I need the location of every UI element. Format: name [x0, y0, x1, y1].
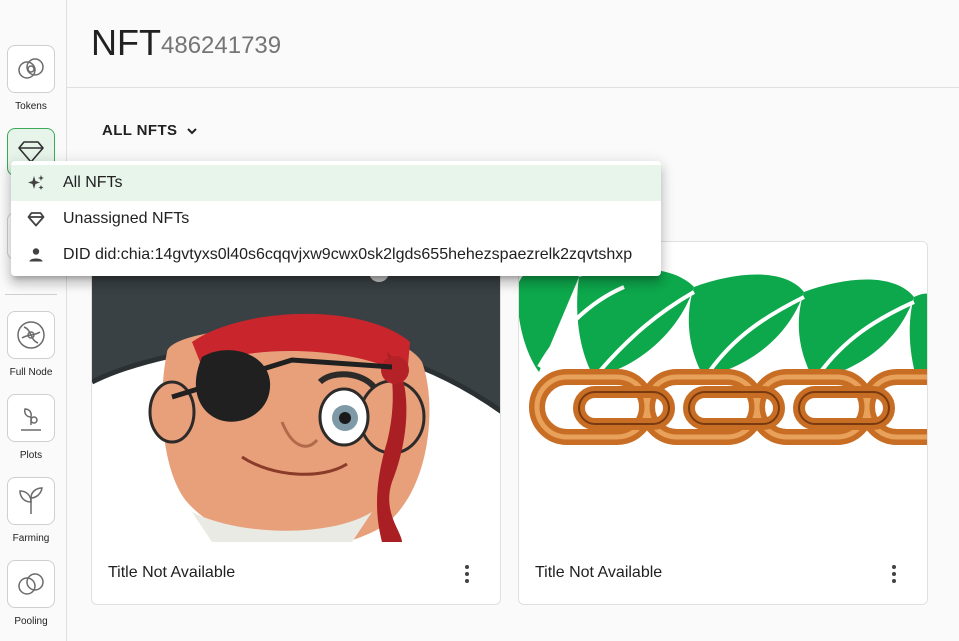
page-title: NFT — [91, 22, 161, 63]
chain-illustration — [519, 242, 927, 542]
sidebar-item-tokens[interactable]: Tokens — [7, 45, 55, 112]
sidebar-item-label: Plots — [19, 450, 43, 461]
tokens-icon — [18, 58, 44, 79]
tokens-button[interactable] — [7, 45, 55, 93]
sidebar-item-plots[interactable]: Plots — [7, 394, 55, 461]
menu-item-unassigned-nfts[interactable]: Unassigned NFTs — [11, 201, 661, 237]
pooling-button[interactable] — [7, 560, 55, 608]
page-header: NFT 486241739 — [67, 0, 959, 88]
nft-card[interactable]: Title Not Available — [518, 241, 928, 605]
nft-filter-menu: All NFTs Unassigned NFTs DID did:chia:14… — [11, 161, 661, 276]
nft-card-title: Title Not Available — [108, 564, 236, 581]
full-node-icon — [17, 321, 45, 349]
farming-sprout-icon — [19, 487, 43, 514]
nft-filter-button[interactable]: ALL NFTS — [102, 122, 199, 139]
sidebar-item-label: Pooling — [14, 616, 48, 627]
chevron-down-icon — [187, 127, 198, 134]
sidebar-item-label: Full Node — [9, 367, 53, 378]
sidebar-divider — [5, 294, 57, 295]
pooling-icon — [18, 573, 44, 595]
plots-icon — [21, 408, 41, 431]
sidebar-item-label: Farming — [12, 533, 50, 544]
menu-item-label: Unassigned NFTs — [63, 210, 190, 227]
full-node-button[interactable] — [7, 311, 55, 359]
menu-item-label: DID did:chia:14gvtyxs0l40s6cqqvjxw9cwx0s… — [63, 246, 633, 263]
sidebar: Tokens Full Node Plots Farming Pooling — [0, 0, 67, 641]
pirate-illustration — [92, 242, 500, 542]
menu-item-all-nfts[interactable]: All NFTs — [11, 165, 661, 201]
menu-item-label: All NFTs — [63, 174, 123, 191]
farming-button[interactable] — [7, 477, 55, 525]
nft-filter-label: ALL NFTS — [102, 122, 178, 139]
more-vertical-icon[interactable] — [885, 564, 903, 584]
nft-card[interactable]: Title Not Available — [91, 241, 501, 605]
wallet-fingerprint: 486241739 — [161, 32, 282, 59]
sidebar-item-farming[interactable]: Farming — [7, 477, 55, 544]
person-icon — [27, 246, 45, 264]
sidebar-item-label: Tokens — [15, 101, 47, 112]
nft-image-pirate[interactable] — [92, 242, 500, 542]
sidebar-item-pooling[interactable]: Pooling — [7, 560, 55, 627]
nft-image-chain[interactable] — [519, 242, 927, 542]
diamond-icon — [27, 210, 45, 228]
plots-button[interactable] — [7, 394, 55, 442]
sparkles-icon — [27, 174, 45, 192]
more-vertical-icon[interactable] — [458, 564, 476, 584]
menu-item-did[interactable]: DID did:chia:14gvtyxs0l40s6cqqvjxw9cwx0s… — [11, 237, 661, 273]
sidebar-item-full-node[interactable]: Full Node — [7, 311, 55, 378]
nft-card-title: Title Not Available — [535, 564, 663, 581]
